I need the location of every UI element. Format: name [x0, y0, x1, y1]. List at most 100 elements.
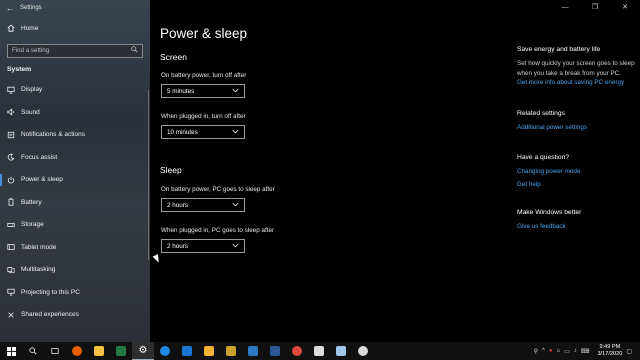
window-title: Settings: [20, 5, 42, 11]
tablet-icon: [7, 243, 21, 251]
chrome-icon[interactable]: [286, 342, 308, 360]
sidebar-scrollbar[interactable]: [148, 90, 149, 260]
mail-icon[interactable]: [176, 342, 198, 360]
folder-icon[interactable]: [198, 342, 220, 360]
sidebar-item-label: Power & sleep: [21, 176, 63, 184]
sidebar-item-storage[interactable]: Storage: [0, 214, 150, 237]
sidebar-item-label: Notifications & actions: [21, 131, 85, 139]
sleep-plugged-label: When plugged in, PC goes to sleep after: [161, 227, 275, 234]
screen-battery-label: On battery power, turn off after: [161, 72, 247, 79]
save-energy-link[interactable]: Get more info about saving PC energy: [517, 78, 635, 88]
excel-icon[interactable]: [110, 342, 132, 360]
projecting-icon: [7, 288, 21, 296]
sidebar-item-label: Display: [21, 86, 43, 94]
store-icon[interactable]: [242, 342, 264, 360]
chevron-down-icon: [232, 243, 239, 250]
edge-icon[interactable]: [154, 342, 176, 360]
search-placeholder: Find a setting: [12, 47, 50, 54]
taskbar: ⚙ ⚲ ^ ● ⌂ ▭ ♪ ⌨ 9:49 PM 3/17/2020 ▢: [0, 342, 640, 360]
calculator-icon[interactable]: [308, 342, 330, 360]
windows-logo-icon: [6, 346, 16, 356]
start-button[interactable]: [0, 342, 22, 360]
home-label: Home: [21, 24, 39, 32]
sidebar-item-label: Tablet mode: [21, 243, 57, 251]
title-bar: ← Settings: [0, 0, 150, 16]
notifications-icon: [7, 131, 21, 139]
sound-icon: [7, 108, 21, 116]
sleep-battery-dropdown[interactable]: 2 hours: [161, 198, 245, 212]
notification-center-icon[interactable]: ▢: [626, 348, 632, 355]
volume-icon[interactable]: ♪: [574, 348, 577, 354]
home-button[interactable]: Home: [0, 17, 150, 40]
clock-date: 3/17/2020: [597, 351, 623, 357]
sidebar-item-label: Sound: [21, 108, 40, 116]
keyboard-icon[interactable]: ⌨: [581, 348, 590, 355]
screen-plugged-dropdown[interactable]: 10 minutes: [161, 125, 245, 139]
screen-heading: Screen: [160, 52, 187, 62]
chevron-up-icon[interactable]: ^: [542, 348, 545, 354]
storage-icon: [7, 221, 21, 229]
sleep-plugged-dropdown[interactable]: 2 hours: [161, 239, 245, 253]
battery-tray-icon[interactable]: ▭: [564, 348, 570, 355]
dropdown-value: 2 hours: [167, 201, 189, 209]
sidebar-item-label: Multitasking: [21, 266, 56, 274]
photos-icon[interactable]: [220, 342, 242, 360]
main-content: — ❐ ✕ Power & sleep Screen On battery po…: [150, 0, 640, 342]
page-title: Power & sleep: [160, 26, 248, 41]
maximize-button[interactable]: ❐: [580, 0, 610, 16]
sidebar-item-battery[interactable]: Battery: [0, 191, 150, 214]
sidebar-item-shared-experiences[interactable]: Shared experiences: [0, 304, 150, 327]
taskbar-search-icon[interactable]: [22, 342, 44, 360]
screen-battery-dropdown[interactable]: 5 minutes: [161, 84, 245, 98]
focus-assist-icon: [7, 153, 21, 161]
sidebar-item-focus-assist[interactable]: Focus assist: [0, 146, 150, 169]
give-feedback-link[interactable]: Give us feedback: [517, 222, 635, 232]
sidebar-item-power-sleep[interactable]: Power & sleep: [0, 169, 150, 192]
display-icon: [7, 86, 21, 94]
dropdown-value: 2 hours: [167, 242, 189, 250]
power-icon: [7, 176, 21, 184]
save-energy-text: Set how quickly your screen goes to slee…: [517, 60, 635, 77]
file-explorer-icon[interactable]: [88, 342, 110, 360]
alert-icon[interactable]: ●: [549, 348, 553, 354]
task-view-icon[interactable]: [44, 342, 66, 360]
sidebar-item-sound[interactable]: Sound: [0, 101, 150, 124]
sidebar-item-label: Storage: [21, 221, 44, 229]
people-icon[interactable]: ⚲: [534, 348, 538, 355]
close-button[interactable]: ✕: [610, 0, 640, 16]
sidebar-item-multitasking[interactable]: Multitasking: [0, 259, 150, 282]
minimize-button[interactable]: —: [550, 0, 580, 16]
back-arrow-icon[interactable]: ←: [0, 4, 20, 13]
app-icon[interactable]: [352, 342, 374, 360]
settings-gear-icon[interactable]: ⚙: [132, 342, 154, 360]
search-input[interactable]: Find a setting: [7, 43, 143, 58]
sidebar-item-label: Shared experiences: [21, 311, 79, 319]
system-tray: ⚲ ^ ● ⌂ ▭ ♪ ⌨ 9:49 PM 3/17/2020 ▢: [534, 342, 632, 360]
dropdown-value: 5 minutes: [167, 87, 195, 95]
clock-time: 9:49 PM: [599, 344, 621, 350]
battery-icon: [7, 198, 21, 206]
additional-power-settings-link[interactable]: Additional power settings: [517, 123, 635, 133]
network-icon[interactable]: ⌂: [556, 348, 560, 354]
chevron-down-icon: [232, 202, 239, 209]
changing-power-mode-link[interactable]: Changing power mode: [517, 167, 635, 177]
word-icon[interactable]: [264, 342, 286, 360]
screen-plugged-label: When plugged in, turn off after: [161, 113, 246, 120]
sidebar-item-tablet-mode[interactable]: Tablet mode: [0, 236, 150, 259]
sidebar-item-notifications[interactable]: Notifications & actions: [0, 124, 150, 147]
section-title: System: [7, 65, 32, 73]
sidebar-item-label: Focus assist: [21, 153, 58, 161]
sleep-heading: Sleep: [160, 165, 182, 175]
notepad-icon[interactable]: [330, 342, 352, 360]
shared-icon: [7, 311, 21, 319]
make-windows-better-heading: Make Windows better: [517, 209, 582, 216]
sidebar-item-projecting[interactable]: Projecting to this PC: [0, 281, 150, 304]
chevron-down-icon: [232, 88, 239, 95]
sidebar-item-display[interactable]: Display: [0, 79, 150, 102]
sidebar-item-label: Battery: [21, 198, 42, 206]
dropdown-value: 10 minutes: [167, 128, 198, 136]
clock[interactable]: 9:49 PM 3/17/2020: [597, 344, 622, 358]
firefox-icon[interactable]: [66, 342, 88, 360]
multitasking-icon: [7, 266, 21, 274]
get-help-link[interactable]: Get help: [517, 180, 635, 190]
